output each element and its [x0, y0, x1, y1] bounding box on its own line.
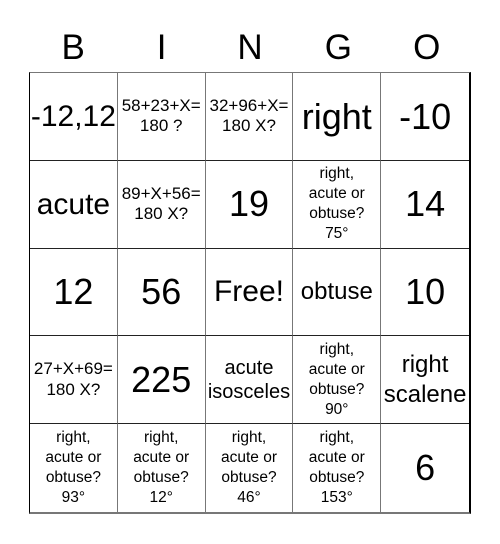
bingo-cell[interactable]: 27+X+69= 180 X? [30, 336, 118, 425]
header-letter-i: I [156, 28, 167, 67]
bingo-cell[interactable]: right, acute or obtuse? 93° [30, 424, 118, 512]
bingo-cell[interactable]: 10 [381, 249, 469, 337]
bingo-cell[interactable]: acute isosceles [205, 336, 294, 425]
bingo-cell[interactable]: right [293, 73, 382, 161]
bingo-header: B I N G O [29, 24, 471, 72]
header-letter-o: O [413, 28, 441, 67]
bingo-cell[interactable]: right, acute or obtuse? 12° [118, 424, 206, 512]
bingo-cell[interactable]: 14 [381, 161, 469, 249]
bingo-cell[interactable]: 58+23+X= 180 ? [117, 73, 206, 161]
bingo-cell[interactable]: -12,12 [30, 73, 118, 161]
bingo-cell[interactable]: 19 [205, 160, 294, 249]
header-letter-n: N [237, 28, 263, 67]
bingo-cell[interactable]: 225 [117, 336, 206, 425]
bingo-cell[interactable]: -10 [381, 73, 469, 161]
header-letter-b: B [61, 28, 85, 67]
bingo-cell[interactable]: 6 [381, 424, 469, 512]
bingo-cell[interactable]: right, acute or obtuse? 90° [293, 336, 382, 425]
bingo-cell[interactable]: right, acute or obtuse? 46° [206, 424, 294, 512]
bingo-cell[interactable]: 89+X+56= 180 X? [117, 160, 206, 249]
bingo-board: -12,12 58+23+X= 180 ? 32+96+X= 180 X? right… [29, 72, 471, 514]
header-letter-g: G [324, 28, 352, 67]
bingo-cell[interactable]: 32+96+X= 180 X? [205, 73, 294, 161]
bingo-cell[interactable]: obtuse [293, 248, 382, 337]
bingo-cell[interactable]: 12 [30, 248, 118, 337]
bingo-cell[interactable]: right, acute or obtuse? 153° [293, 424, 382, 512]
bingo-cell-free[interactable]: Free! [205, 248, 294, 337]
bingo-cell[interactable]: right scalene [381, 336, 469, 425]
bingo-cell[interactable]: acute [30, 160, 118, 249]
bingo-cell[interactable]: 56 [117, 248, 206, 337]
bingo-cell[interactable]: right, acute or obtuse? 75° [293, 160, 382, 249]
